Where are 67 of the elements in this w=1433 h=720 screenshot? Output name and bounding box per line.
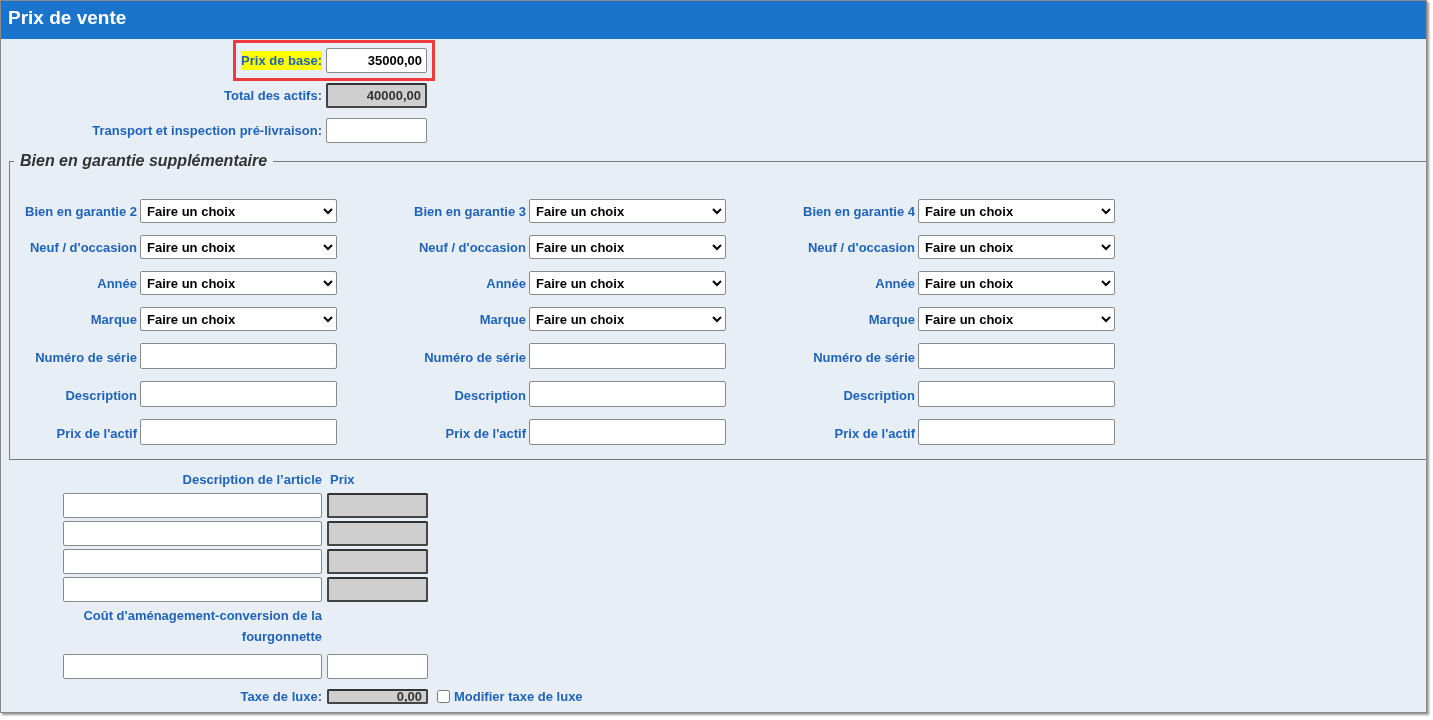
item-description-field[interactable] (63, 576, 322, 602)
item-price-field[interactable] (327, 576, 428, 602)
dropdown[interactable]: Faire un choix (140, 307, 337, 331)
field-label: Année (874, 274, 915, 293)
dropdown[interactable]: Faire un choix (918, 235, 1115, 259)
field-label: Prix de l'actif (444, 424, 526, 443)
field-label: Prix de l'actif (833, 424, 915, 443)
amount-field[interactable]: 35000,00 (326, 48, 427, 73)
field-label: Taxe de luxe: (239, 687, 322, 706)
amount-field[interactable] (326, 118, 427, 143)
dropdown[interactable]: Faire un choix (140, 235, 337, 259)
column-header: Prix (329, 471, 356, 489)
column-header: Description de l’article (181, 471, 322, 489)
field-label: Numéro de série (34, 348, 137, 367)
dropdown[interactable]: Faire un choix (918, 307, 1115, 331)
text-field[interactable] (529, 381, 726, 407)
text-field[interactable] (529, 343, 726, 369)
field-label: Transport et inspection pré-livraison: (92, 121, 322, 140)
field-label: Année (485, 274, 526, 293)
field-label: Numéro de série (812, 348, 915, 367)
panel-title: Prix de vente (1, 1, 1426, 39)
text-field[interactable] (529, 419, 726, 445)
conversion-description-field[interactable] (63, 653, 322, 679)
dropdown[interactable]: Faire un choix (529, 235, 726, 259)
checkbox-label: Modifier taxe de luxe (454, 687, 583, 706)
dropdown[interactable]: Faire un choix (918, 199, 1115, 223)
item-description-field[interactable] (63, 492, 322, 518)
field-label: Bien en garantie 2 (24, 202, 137, 221)
field-label: Marque (478, 310, 526, 329)
field-label: Neuf / d'occasion (806, 238, 915, 257)
item-description-field[interactable] (63, 548, 322, 574)
amount-field[interactable]: 40000,00 (326, 83, 427, 108)
field-label: Marque (867, 310, 915, 329)
conversion-price-field[interactable] (327, 653, 428, 679)
text-field[interactable] (918, 343, 1115, 369)
field-label: Prix de l'actif (55, 424, 137, 443)
dropdown[interactable]: Faire un choix (140, 199, 337, 223)
item-description-field[interactable] (63, 520, 322, 546)
dropdown[interactable]: Faire un choix (918, 271, 1115, 295)
group-legend: Bien en garantie supplémentaire (14, 153, 274, 169)
dropdown[interactable]: Faire un choix (529, 271, 726, 295)
field-label: Neuf / d'occasion (28, 238, 137, 257)
item-price-field[interactable] (327, 548, 428, 574)
text-field[interactable] (140, 343, 337, 369)
checkbox[interactable] (437, 688, 450, 704)
field-label: Description (842, 386, 915, 405)
item-price-field[interactable] (327, 492, 428, 518)
text-field[interactable] (918, 381, 1115, 407)
field-label: Total des actifs: (224, 86, 322, 105)
item-price-field[interactable] (327, 520, 428, 546)
field-label: Neuf / d'occasion (417, 238, 526, 257)
field-label: Description (453, 386, 526, 405)
field-label: Marque (89, 310, 137, 329)
text-field[interactable] (140, 381, 337, 407)
field-label: Prix de base: (241, 50, 322, 71)
field-label: Bien en garantie 3 (413, 202, 526, 221)
text-field[interactable] (918, 419, 1115, 445)
dropdown[interactable]: Faire un choix (529, 199, 726, 223)
field-label: Année (96, 274, 137, 293)
field-label: Numéro de série (423, 348, 526, 367)
field-label: Bien en garantie 4 (802, 202, 915, 221)
text-field[interactable] (140, 419, 337, 445)
tax-field[interactable]: 0,00 (327, 688, 428, 704)
field-label: Description (64, 386, 137, 405)
dropdown[interactable]: Faire un choix (529, 307, 726, 331)
field-label: Coût d'aménagement-conversion de la fourgonnette (82, 606, 322, 646)
dropdown[interactable]: Faire un choix (140, 271, 337, 295)
